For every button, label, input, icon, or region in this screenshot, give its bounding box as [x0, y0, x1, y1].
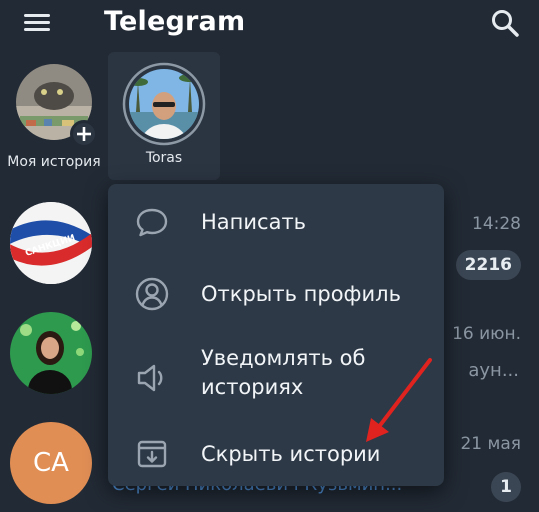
archive-icon: [132, 434, 172, 474]
story-my[interactable]: Моя история: [0, 62, 108, 170]
story-toras[interactable]: Toras: [108, 52, 220, 180]
chat-time: 16 июн.: [452, 324, 521, 344]
chat-bubble-icon: [132, 202, 172, 242]
menu-label: Скрыть истории: [201, 442, 381, 466]
menu-label: Написать: [201, 210, 307, 234]
unread-badge: 2216: [455, 250, 521, 280]
chat-time: 21 мая: [460, 434, 521, 454]
profile-icon: [132, 274, 172, 314]
chat-preview: аун...: [468, 360, 519, 381]
toras-story-avatar: [122, 62, 206, 146]
avatar-initials: CA: [33, 448, 69, 478]
app-title: Telegram: [104, 6, 246, 37]
my-story-avatar: [14, 62, 98, 148]
story-label: Моя история: [7, 154, 101, 170]
menu-item-open-profile[interactable]: Открыть профиль: [108, 270, 444, 318]
chat-time: 14:28: [472, 214, 521, 234]
chat-avatar: CA: [10, 422, 92, 504]
chat-avatar: [10, 312, 92, 394]
app-bar: Telegram: [0, 0, 539, 48]
add-story-icon[interactable]: [70, 120, 98, 148]
speaker-icon: [132, 358, 172, 398]
annotation-arrow-icon: [356, 352, 442, 446]
unread-badge: 1: [491, 472, 521, 502]
chat-avatar: САНКЦИИ: [10, 202, 92, 284]
hamburger-menu-icon[interactable]: [22, 10, 52, 36]
menu-item-write[interactable]: Написать: [108, 198, 444, 246]
menu-label: Открыть профиль: [201, 282, 401, 306]
search-icon[interactable]: [488, 6, 522, 40]
story-label: Toras: [145, 150, 183, 166]
